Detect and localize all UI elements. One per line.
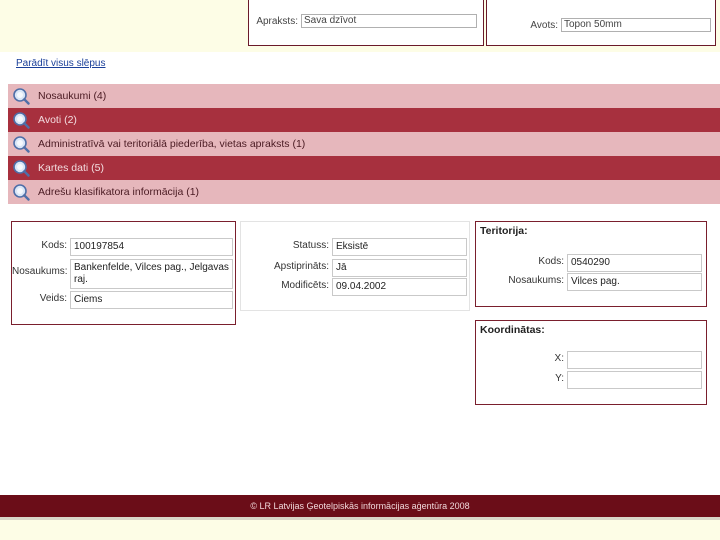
section-label: Kartes dati (5) — [38, 162, 104, 174]
territory-nosaukums-value: Vilces pag. — [567, 273, 702, 291]
territory-title: Teritorija: — [480, 225, 528, 237]
nosaukums-value: Bankenfelde, Vilces pag., Jelgavas raj. — [70, 259, 233, 289]
top-right-value: Topon 50mm — [561, 18, 711, 32]
section-administrative[interactable]: Administratīvā vai teritoriālā piederība… — [8, 132, 720, 156]
magnifier-icon — [10, 85, 32, 107]
section-label: Administratīvā vai teritoriālā piederība… — [38, 138, 306, 150]
apstiprinats-value: Jā — [332, 259, 467, 277]
y-value — [567, 371, 702, 389]
section-address-classifier[interactable]: Adrešu klasifikatora informācija (1) — [8, 180, 720, 204]
territory-panel: Teritorija: Kods: 0540290 Nosaukums: Vil… — [475, 221, 707, 307]
section-label: Avoti (2) — [38, 114, 77, 126]
section-sources[interactable]: Avoti (2) — [8, 108, 720, 132]
top-left-value: Sava dzīvot — [301, 14, 477, 28]
x-label: X: — [554, 353, 564, 364]
coordinates-title: Koordinātas: — [480, 324, 545, 336]
status-panel: Statuss: Eksistē Apstiprināts: Jā Modifi… — [240, 221, 470, 311]
section-names[interactable]: Nosaukumi (4) — [8, 84, 720, 108]
magnifier-icon — [10, 157, 32, 179]
y-label: Y: — [555, 373, 564, 384]
footer-divider — [0, 517, 720, 520]
magnifier-icon — [10, 133, 32, 155]
kods-label: Kods: — [41, 240, 67, 251]
section-map-data[interactable]: Kartes dati (5) — [8, 156, 720, 180]
top-panel-right: Avots: Topon 50mm — [486, 0, 716, 46]
top-panel-left: Apraksts: Sava dzīvot — [248, 0, 484, 46]
top-right-label: Avots: — [530, 19, 558, 31]
territory-nosaukums-label: Nosaukums: — [508, 275, 564, 286]
footer-copyright: © LR Latvijas Ģeotelpiskās informācijas … — [250, 501, 470, 511]
modificets-value: 09.04.2002 — [332, 278, 467, 296]
territory-kods-value: 0540290 — [567, 254, 702, 272]
modificets-label: Modificēts: — [281, 280, 329, 291]
details-panel: Kods: 100197854 Nosaukums: Bankenfelde, … — [11, 221, 236, 325]
magnifier-icon — [10, 181, 32, 203]
section-label: Nosaukumi (4) — [38, 90, 107, 102]
apstiprinats-label: Apstiprināts: — [273, 261, 329, 272]
show-all-sections-link[interactable]: Parādīt visus slēpus — [16, 58, 106, 69]
top-left-label: Apraksts: — [256, 15, 298, 27]
veids-value: Ciems — [70, 291, 233, 309]
x-value — [567, 351, 702, 369]
footer-under-band — [0, 517, 720, 540]
kods-value: 100197854 — [70, 238, 233, 256]
statuss-label: Statuss: — [292, 240, 329, 251]
nosaukums-label: Nosaukums: — [12, 266, 68, 277]
veids-label: Veids: — [39, 293, 67, 304]
territory-kods-label: Kods: — [538, 256, 564, 267]
footer: © LR Latvijas Ģeotelpiskās informācijas … — [0, 495, 720, 517]
magnifier-icon — [10, 109, 32, 131]
section-list: Nosaukumi (4) Avoti (2) Administratīvā v… — [8, 84, 720, 204]
section-label: Adrešu klasifikatora informācija (1) — [38, 186, 200, 198]
coordinates-panel: Koordinātas: X: Y: — [475, 320, 707, 405]
statuss-value: Eksistē — [332, 238, 467, 256]
